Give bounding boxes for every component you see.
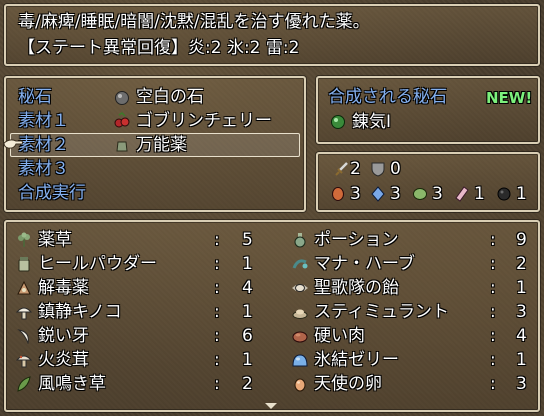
stat-fire: 3 <box>350 184 361 204</box>
item-name: 薬草 <box>38 230 72 250</box>
fang-icon <box>17 329 29 344</box>
item-count: 5 <box>242 230 253 250</box>
item-name: 解毒薬 <box>38 278 89 298</box>
item-colon: : <box>214 302 220 322</box>
herb-icon <box>18 232 30 247</box>
menu-label-execute: 合成実行 <box>18 183 86 203</box>
menu-label-material-3: 素材３ <box>18 159 69 179</box>
item-name: 聖歌隊の飴 <box>314 278 399 298</box>
item-colon: : <box>490 326 496 346</box>
item-count: 4 <box>516 326 527 346</box>
candy-icon <box>292 284 308 292</box>
hand-pointer-icon <box>3 139 23 149</box>
stat-light: 1 <box>474 184 485 204</box>
item-count: 3 <box>516 374 527 394</box>
item-name: ポーション <box>314 230 399 250</box>
item-colon: : <box>214 374 220 394</box>
item-colon: : <box>490 254 496 274</box>
green-gem-icon <box>413 188 427 200</box>
cherry-icon <box>114 112 130 128</box>
potion-jar-icon <box>116 138 128 152</box>
dark-orb-icon <box>497 187 511 201</box>
item-name: ヒールパウダー <box>38 254 157 274</box>
powder-jar-icon <box>18 257 30 272</box>
stat-dark: 1 <box>516 184 527 204</box>
item-name: 硬い肉 <box>314 326 365 346</box>
pink-crystal-icon <box>455 186 469 202</box>
menu-value-material-2: 万能薬 <box>136 135 187 155</box>
synthesis-menu-window: 秘石 空白の石 素材１ ゴブリンチェリー 素材２ 万能薬 素材３ 合成実行 <box>4 76 306 212</box>
item-count: 1 <box>242 302 253 322</box>
item-count: 1 <box>516 350 527 370</box>
item-count: 4 <box>242 278 253 298</box>
menu-label-material-2: 素材２ <box>18 135 69 155</box>
item-name: マナ・ハーブ <box>314 254 415 274</box>
stat-thunder: 3 <box>432 184 443 204</box>
item-colon: : <box>490 374 496 394</box>
item-colon: : <box>214 254 220 274</box>
item-colon: : <box>214 230 220 250</box>
scroll-down-arrow-icon[interactable] <box>265 403 277 409</box>
menu-label-stone: 秘石 <box>18 87 52 107</box>
help-line-2: 【ステート異常回復】炎:2 氷:2 雷:2 <box>18 38 300 58</box>
stat-defense: 0 <box>390 159 401 179</box>
item-name: 鋭い牙 <box>38 326 89 346</box>
item-colon: : <box>214 278 220 298</box>
item-count: 1 <box>242 350 253 370</box>
menu-label-material-1: 素材１ <box>18 111 69 131</box>
help-window: 毒/麻痺/睡眠/暗闇/沈黙/混乱を治す優れた薬。 【ステート異常回復】炎:2 氷… <box>4 4 540 66</box>
menu-value-material-1: ゴブリンチェリー <box>136 111 272 131</box>
item-count: 1 <box>516 278 527 298</box>
item-count: 2 <box>242 374 253 394</box>
item-colon: : <box>214 326 220 346</box>
egg-icon <box>294 378 306 392</box>
sword-icon <box>335 162 348 176</box>
result-window: 合成される秘石 NEW! 錬気Ⅰ <box>316 76 540 144</box>
new-badge: NEW! <box>486 89 533 107</box>
antidote-icon <box>17 280 31 295</box>
item-name: 風鳴き草 <box>38 374 106 394</box>
stats-window: 2 0 3 3 3 1 1 <box>316 152 540 212</box>
item-count: 3 <box>516 302 527 322</box>
stat-ice: 3 <box>390 184 401 204</box>
item-colon: : <box>214 350 220 370</box>
stimulant-icon <box>292 309 308 319</box>
item-name: 氷結ゼリー <box>314 350 399 370</box>
blue-crystal-icon <box>371 186 385 202</box>
shield-icon <box>371 162 385 177</box>
item-colon: : <box>490 350 496 370</box>
help-line-1: 毒/麻痺/睡眠/暗闇/沈黙/混乱を治す優れた薬。 <box>18 12 370 32</box>
item-name: スティミュラント <box>314 302 449 322</box>
menu-value-stone: 空白の石 <box>136 87 204 107</box>
leaf-icon <box>17 376 31 392</box>
result-item-name: 錬気Ⅰ <box>352 112 392 132</box>
item-colon: : <box>490 230 496 250</box>
item-count: 9 <box>516 230 527 250</box>
grey-orb-icon <box>115 91 129 105</box>
item-colon: : <box>490 302 496 322</box>
mushroom-white-icon <box>16 307 32 320</box>
potion-icon <box>294 233 306 248</box>
item-colon: : <box>490 278 496 298</box>
mushroom-fire-icon <box>16 355 32 368</box>
item-name: 鎮静キノコ <box>38 302 122 322</box>
mana-herb-icon <box>292 259 308 269</box>
inventory-window: 薬草 : 5 ヒールパウダー : 1 解毒薬 : 4 鎮静キノコ : 1 鋭い牙… <box>4 220 540 412</box>
item-count: 2 <box>516 254 527 274</box>
item-name: 火炎茸 <box>38 350 89 370</box>
stat-attack: 2 <box>350 159 361 179</box>
meat-icon <box>292 331 308 343</box>
item-count: 1 <box>242 254 253 274</box>
item-name: 天使の卵 <box>314 374 382 394</box>
ice-jelly-icon <box>292 354 308 367</box>
item-count: 6 <box>242 326 253 346</box>
result-title: 合成される秘石 <box>328 87 447 107</box>
red-gem-icon <box>332 187 344 201</box>
green-orb-icon <box>331 115 345 129</box>
